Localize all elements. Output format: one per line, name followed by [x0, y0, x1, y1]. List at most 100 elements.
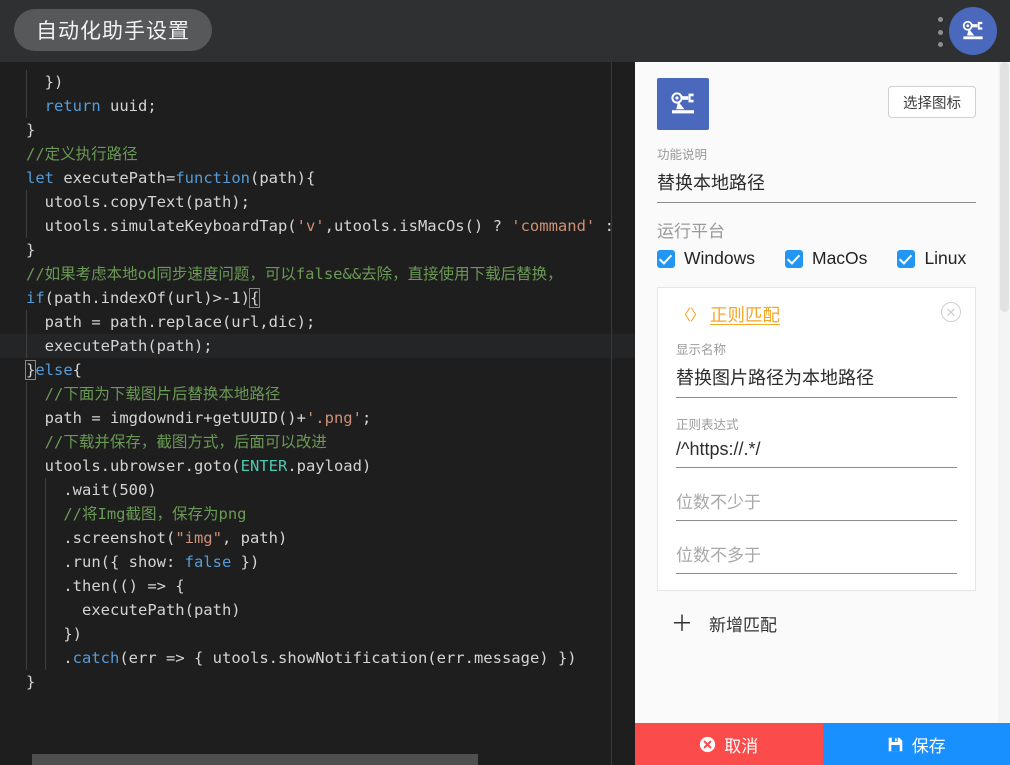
save-button[interactable]: 保存: [822, 723, 1010, 765]
code-line: .then(() => {: [0, 574, 635, 598]
code-token: executePath(path);: [26, 337, 213, 355]
regex-field: 正则表达式 /^https://.*/: [676, 414, 957, 468]
code-token: if: [26, 289, 45, 307]
code-token: .wait(500): [26, 481, 157, 499]
code-token: 'command': [511, 217, 596, 235]
code-token: }: [26, 121, 36, 139]
kebab-dot: [937, 17, 943, 22]
editor-right-edge: [611, 62, 612, 765]
code-token: ,utools.isMacOs() ?: [324, 217, 512, 235]
checkbox-icon[interactable]: [657, 249, 675, 268]
code-line: if(path.indexOf(url)>-1){: [0, 286, 635, 310]
code-content[interactable]: }) return uuid;} //定义执行路径 let executePath=…: [0, 62, 635, 694]
close-circle-icon[interactable]: ✕: [941, 302, 961, 322]
code-token: }): [231, 553, 260, 571]
settings-panel-body: 选择图标 功能说明 替换本地路径 运行平台 Windows MacOs Linu…: [635, 62, 998, 723]
min-digits-field: 位数不少于: [676, 484, 957, 521]
description-input[interactable]: 替换本地路径: [657, 165, 976, 203]
platform-linux[interactable]: Linux: [897, 248, 966, 269]
regex-match-card: 〈〉 正则匹配 ✕ 显示名称 替换图片路径为本地路径 正则表达式 /^https…: [657, 287, 976, 591]
code-token: else: [35, 361, 73, 379]
plus-icon: ＋: [671, 610, 694, 636]
code-token: {: [72, 361, 83, 379]
kebab-menu-icon[interactable]: [933, 17, 947, 47]
code-editor[interactable]: }) return uuid;} //定义执行路径 let executePath=…: [0, 62, 635, 765]
code-line: //下载并保存，截图方式，后面可以改进: [0, 430, 635, 454]
code-token: false: [184, 553, 232, 571]
code-token: //下面为下载图片后替换本地路径: [26, 385, 281, 403]
code-line: //定义执行路径: [0, 142, 635, 166]
code-token: }: [26, 673, 36, 691]
editor-horizontal-scrollbar[interactable]: [0, 751, 635, 765]
code-token: .then(() => {: [26, 577, 185, 595]
regex-label: 正则表达式: [676, 418, 739, 432]
min-digits-input[interactable]: 位数不少于: [676, 484, 957, 521]
panel-scrollbar[interactable]: [998, 62, 1010, 723]
code-line: }: [0, 670, 635, 694]
code-token: ;: [361, 409, 372, 427]
platform-checkbox-group: Windows MacOs Linux: [657, 248, 976, 269]
description-label: 功能说明: [657, 148, 708, 162]
platform-macos[interactable]: MacOs: [785, 248, 867, 269]
panel-footer: 取消 保存: [635, 723, 1010, 765]
code-token: //定义执行路径: [26, 145, 138, 163]
code-token: }): [26, 625, 82, 643]
code-line: //将Img截图，保存为png: [0, 502, 635, 526]
code-line: }else{: [0, 358, 635, 382]
code-line: .catch(err => { utools.showNotification(…: [0, 646, 635, 670]
checkbox-icon[interactable]: [897, 249, 916, 268]
code-line: utools.ubrowser.goto(ENTER.payload): [0, 454, 635, 478]
platform-windows[interactable]: Windows: [657, 248, 755, 269]
code-token: //如果考虑本地od同步速度问题，可以false&&去除，直接使用下载后替换，: [26, 265, 563, 283]
code-token: .run({ show:: [26, 553, 185, 571]
code-token: (path){: [249, 169, 316, 187]
code-line: path = imgdowndir+getUUID()+'.png';: [0, 406, 635, 430]
code-line: utools.copyText(path);: [0, 190, 635, 214]
code-token: return: [26, 97, 101, 115]
robot-arm-glyph: [671, 92, 694, 114]
code-line: }): [0, 622, 635, 646]
cancel-circle-icon: [700, 736, 716, 752]
code-token: }: [24, 360, 37, 380]
code-token: utools.ubrowser.goto(: [26, 457, 241, 475]
code-token: path = imgdowndir+getUUID()+: [26, 409, 306, 427]
code-token: ENTER: [240, 457, 288, 475]
panel-scroll-thumb[interactable]: [1000, 62, 1009, 312]
platform-label-linux: Linux: [924, 248, 967, 268]
code-line: .wait(500): [0, 478, 635, 502]
robot-arm-glyph: [962, 20, 983, 40]
code-line: executePath(path);: [0, 334, 635, 358]
code-line: utools.simulateKeyboardTap('v',utools.is…: [0, 214, 635, 238]
page-title: 自动化助手设置: [14, 9, 212, 51]
code-token: utools.copyText(path);: [26, 193, 250, 211]
add-match-button[interactable]: ＋ 新增匹配: [671, 611, 976, 636]
code-token: .screenshot(: [26, 529, 176, 547]
add-match-label: 新增匹配: [709, 616, 778, 635]
code-token: .: [26, 649, 73, 667]
code-token: uuid;: [100, 97, 157, 115]
code-token: {: [248, 288, 261, 308]
code-line: }: [0, 118, 635, 142]
code-line: //如果考虑本地od同步速度问题，可以false&&去除，直接使用下载后替换，: [0, 262, 635, 286]
editor-horizontal-scroll-thumb[interactable]: [32, 754, 478, 765]
cancel-button[interactable]: 取消: [635, 723, 823, 765]
code-token: '.png': [305, 409, 362, 427]
code-token: path = path.replace(url,dic);: [26, 313, 316, 331]
display-name-input[interactable]: 替换图片路径为本地路径: [676, 360, 957, 398]
code-line: executePath(path): [0, 598, 635, 622]
cancel-label: 取消: [724, 736, 759, 756]
code-line: }): [0, 70, 635, 94]
platform-label-windows: Windows: [684, 248, 755, 268]
checkbox-icon[interactable]: [785, 249, 803, 268]
kebab-dot: [937, 29, 943, 35]
regex-input[interactable]: /^https://.*/: [676, 435, 957, 468]
pick-icon-button[interactable]: 选择图标: [888, 86, 976, 118]
code-token: catch: [72, 649, 120, 667]
robot-arm-icon[interactable]: [949, 7, 997, 55]
max-digits-field: 位数不多于: [676, 537, 957, 574]
icon-row: 选择图标: [657, 78, 976, 130]
display-name-label: 显示名称: [676, 343, 727, 357]
plugin-icon[interactable]: [657, 78, 709, 130]
max-digits-input[interactable]: 位数不多于: [676, 537, 957, 574]
code-token: executePath(path): [26, 601, 241, 619]
